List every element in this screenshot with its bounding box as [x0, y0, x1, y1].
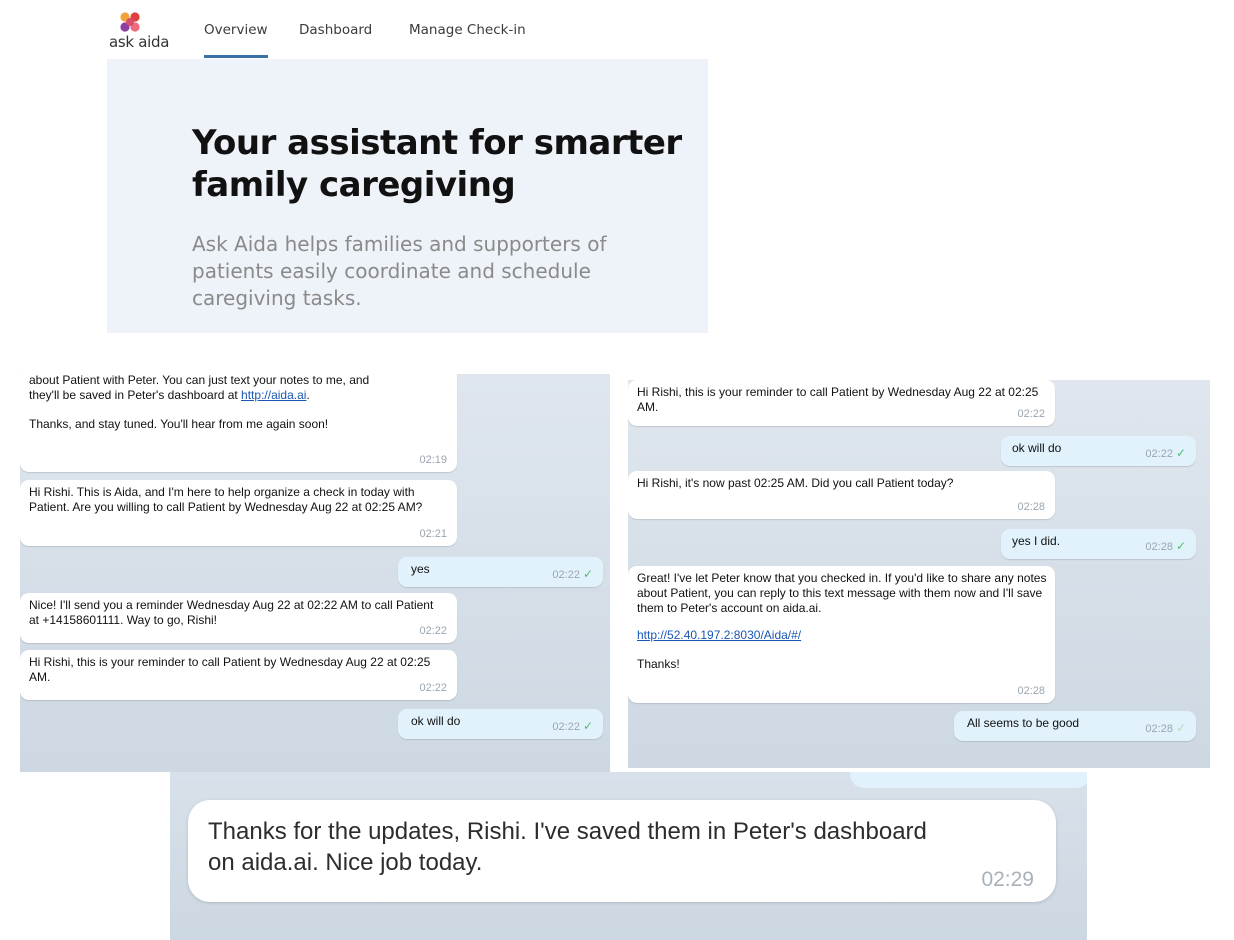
message-time: 02:19 [419, 454, 447, 466]
aida-site-panel: ask aida Overview Dashboard Manage Check… [107, 0, 708, 333]
previous-bubble-edge [850, 772, 1087, 788]
chat-panel-left: about Patient with Peter. You can just t… [20, 374, 610, 772]
chat-panel-right: Hi Rishi, this is your reminder to call … [628, 380, 1210, 768]
message-bubble: Great! I've let Peter know that you chec… [628, 566, 1055, 703]
message-text: Thanks for the updates, Rishi. I've save… [208, 818, 927, 876]
tab-manage-check-in[interactable]: Manage Check-in [409, 22, 526, 38]
hero-section: Your assistant for smarter family caregi… [107, 59, 708, 333]
message-text: Nice! I'll send you a reminder Wednesday… [29, 598, 434, 627]
message-bubble: Hi Rishi. This is Aida, and I'm here to … [20, 480, 457, 546]
message-text: about Patient with Peter. You can just t… [29, 374, 370, 402]
hero-subtitle: Ask Aida helps families and supporters o… [192, 232, 607, 310]
message-time: 02:22 ✓ [552, 719, 593, 733]
message-time: 02:28 [1017, 685, 1045, 697]
message-bubble: Hi Rishi, this is your reminder to call … [628, 380, 1055, 426]
logo[interactable]: ask aida [109, 12, 179, 56]
message-time: 02:22 ✓ [1145, 446, 1186, 460]
check-icon: ✓ [1175, 539, 1186, 553]
message-time: 02:22 [419, 625, 447, 637]
message-time: 02:29 [981, 868, 1034, 891]
check-icon: ✓ [582, 719, 593, 733]
tab-dashboard[interactable]: Dashboard [299, 22, 372, 38]
message-text: Thanks! [637, 657, 680, 671]
logo-text: ask aida [109, 33, 170, 51]
hero-title: Your assistant for smarter family caregi… [192, 123, 682, 205]
message-text: Hi Rishi, this is your reminder to call … [637, 385, 1039, 414]
check-icon: ✓ [582, 567, 593, 581]
message-bubble-sent: ok will do 02:22 ✓ [1001, 436, 1196, 466]
message-text: Hi Rishi, this is your reminder to call … [29, 655, 431, 684]
message-text: Hi Rishi, it's now past 02:25 AM. Did yo… [637, 476, 954, 490]
message-text: Great! I've let Peter know that you chec… [637, 571, 1047, 615]
message-bubble-sent: All seems to be good 02:28 ✓ [954, 711, 1196, 741]
message-time: 02:22 [419, 682, 447, 694]
message-bubble-sent: ok will do 02:22 ✓ [398, 709, 603, 739]
message-text: Hi Rishi. This is Aida, and I'm here to … [29, 485, 423, 514]
message-bubble-sent: yes I did. 02:28 ✓ [1001, 529, 1196, 559]
message-bubble-zoomed: Thanks for the updates, Rishi. I've save… [188, 800, 1056, 902]
message-time: 02:28 [1017, 501, 1045, 513]
aida-link[interactable]: http://aida.ai [241, 388, 306, 402]
top-nav: ask aida Overview Dashboard Manage Check… [107, 0, 708, 59]
aida-logo-icon [120, 12, 140, 32]
message-bubble-sent: yes 02:22 ✓ [398, 557, 603, 587]
zoomed-message-panel: Thanks for the updates, Rishi. I've save… [170, 772, 1087, 940]
message-time: 02:22 [1017, 408, 1045, 420]
check-icon: ✓ [1175, 446, 1186, 460]
message-time: 02:28 ✓ [1145, 539, 1186, 553]
message-bubble: Hi Rishi, this is your reminder to call … [20, 650, 457, 700]
tab-overview[interactable]: Overview [204, 22, 268, 58]
message-bubble: Hi Rishi, it's now past 02:25 AM. Did yo… [628, 471, 1055, 519]
message-time: 02:22 ✓ [552, 567, 593, 581]
aida-url-link[interactable]: http://52.40.197.2:8030/Aida/#/ [637, 628, 801, 642]
check-icon: ✓ [1175, 721, 1186, 735]
message-time: 02:28 ✓ [1145, 721, 1186, 735]
message-text: Thanks, and stay tuned. You'll hear from… [29, 417, 329, 431]
message-time: 02:21 [419, 528, 447, 540]
message-bubble: about Patient with Peter. You can just t… [20, 374, 457, 472]
message-bubble: Nice! I'll send you a reminder Wednesday… [20, 593, 457, 643]
